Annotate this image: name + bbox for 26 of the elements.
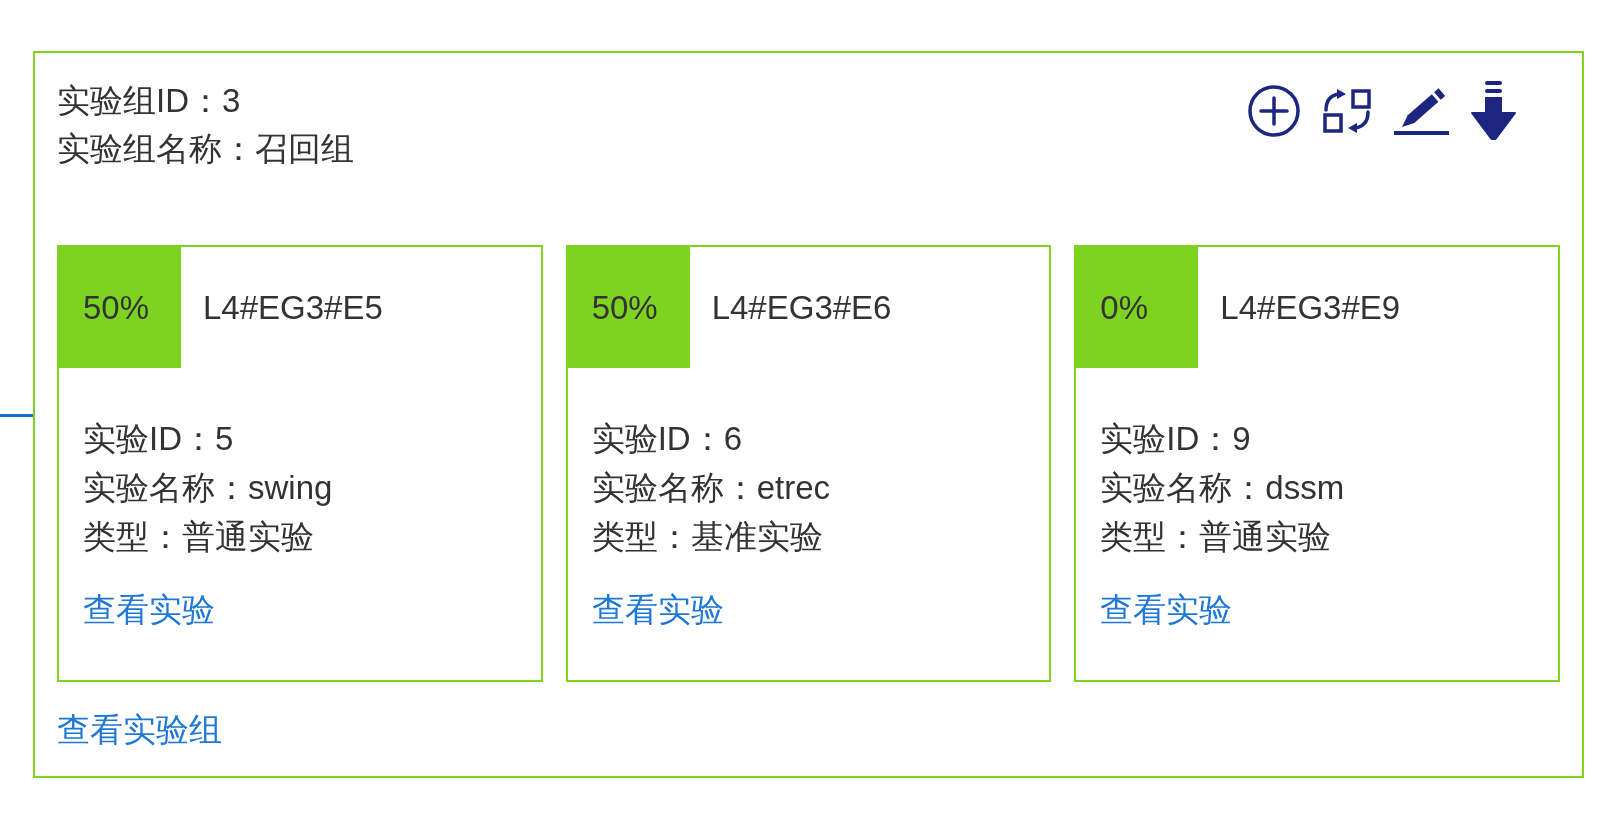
traffic-percentage-tag: 0% bbox=[1076, 247, 1199, 368]
view-group-link[interactable]: 查看实验组 bbox=[57, 705, 222, 754]
experiment-type-text: 类型：普通实验 bbox=[83, 517, 314, 557]
connector-line bbox=[0, 414, 33, 417]
experiment-id-text: 实验ID：6 bbox=[591, 419, 742, 459]
experiment-name-text: 实验名称：etrec bbox=[591, 468, 831, 508]
plus-circle-icon[interactable] bbox=[1248, 85, 1300, 137]
experiment-type-text: 类型：普通实验 bbox=[1100, 517, 1332, 557]
experiment-code-text: L4#EG3#E9 bbox=[1220, 287, 1401, 328]
view-experiment-link[interactable]: 查看实验 bbox=[83, 585, 215, 634]
view-experiment-link[interactable]: 查看实验 bbox=[1100, 585, 1233, 634]
swap-squares-icon[interactable] bbox=[1322, 89, 1372, 133]
group-id-text: 实验组ID：3 bbox=[57, 81, 241, 121]
traffic-percentage-tag: 50% bbox=[567, 247, 690, 368]
experiment-type-text: 类型：基准实验 bbox=[591, 517, 823, 557]
experiment-code-text: L4#EG3#E6 bbox=[711, 287, 892, 328]
experiment-code-text: L4#EG3#E5 bbox=[203, 287, 383, 328]
experiment-id-text: 实验ID：5 bbox=[83, 419, 234, 459]
experiment-name-text: 实验名称：dssm bbox=[1100, 468, 1345, 508]
experiment-id-text: 实验ID：9 bbox=[1100, 419, 1251, 459]
group-name-text: 实验组名称：召回组 bbox=[57, 129, 354, 169]
view-experiment-link[interactable]: 查看实验 bbox=[591, 585, 724, 634]
traffic-percentage-tag: 50% bbox=[59, 247, 181, 368]
pencil-icon[interactable] bbox=[1394, 87, 1449, 135]
experiment-name-text: 实验名称：swing bbox=[83, 468, 333, 508]
download-icon[interactable] bbox=[1471, 81, 1516, 141]
